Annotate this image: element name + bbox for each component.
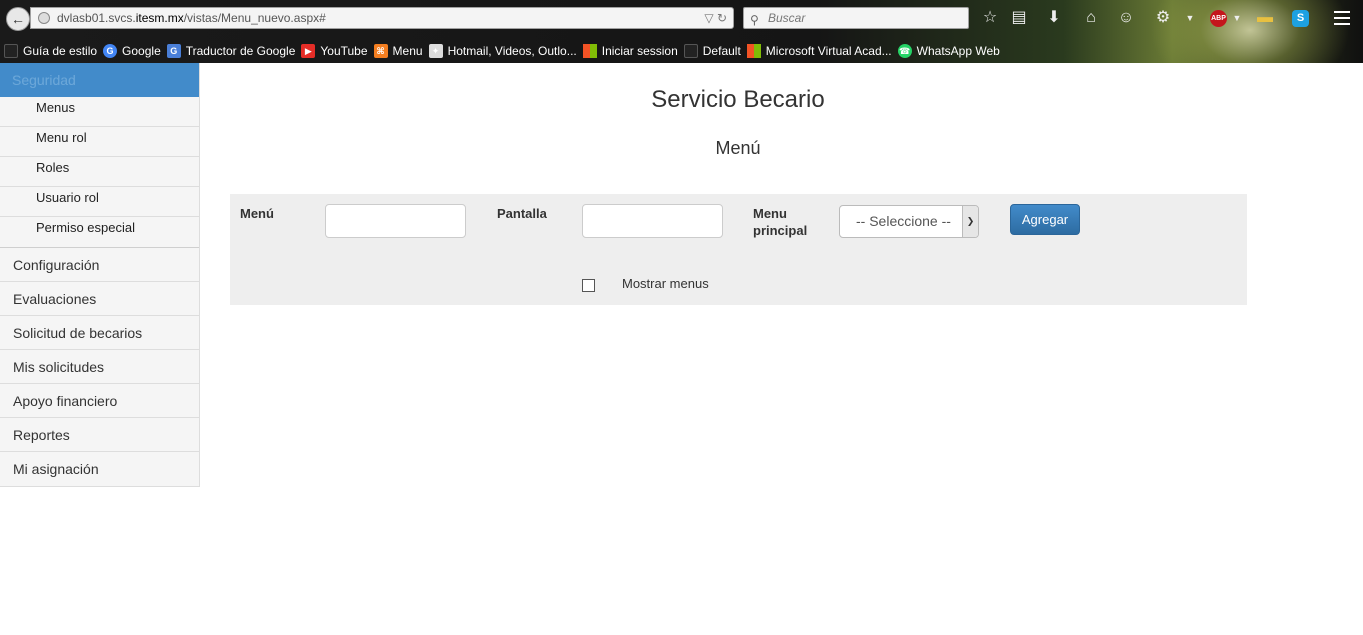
xampp-icon: ⌘ xyxy=(373,44,388,58)
sidebar-item-mis-solicitudes[interactable]: Mis solicitudes xyxy=(0,350,199,384)
bookmark-label: Guía de estilo xyxy=(23,44,98,58)
url-prefix: dvlasb01.svcs. xyxy=(57,11,136,25)
translate-icon: G xyxy=(166,44,181,58)
bookmark-item[interactable]: Microsoft Virtual Acad... xyxy=(746,44,892,58)
bookmark-label: Google xyxy=(122,44,161,58)
menu-label: Menú xyxy=(240,206,274,221)
smiley-icon[interactable]: ☺ xyxy=(1116,8,1136,28)
bookmark-label: Hotmail, Videos, Outlo... xyxy=(447,44,577,58)
back-button[interactable]: ← xyxy=(6,7,30,31)
bookmark-label: Menu xyxy=(392,44,423,58)
menu-principal-select[interactable]: -- Seleccione -- ❯ xyxy=(839,205,979,238)
navigation-toolbar: ← dvlasb01.svcs.itesm.mx/vistas/Menu_nue… xyxy=(0,0,1363,37)
adblock-icon[interactable]: ABP xyxy=(1210,10,1227,27)
mostrar-menus-label: Mostrar menus xyxy=(622,276,709,291)
bookmark-star-icon[interactable]: ☆ xyxy=(980,8,1000,28)
sidebar-submenu: Menus Menu rol Roles Usuario rol Permiso… xyxy=(0,97,199,248)
sidebar-item-seguridad[interactable]: Seguridad xyxy=(0,63,199,97)
home-icon[interactable]: ⌂ xyxy=(1081,8,1101,28)
sidebar-subitem-roles[interactable]: Roles xyxy=(0,157,199,187)
search-input[interactable]: ⚲ Buscar xyxy=(743,7,969,29)
extension-icon[interactable]: ⚙ xyxy=(1153,8,1173,28)
sidebar-item-label: Seguridad xyxy=(12,72,76,88)
addon-icon[interactable]: ▬ xyxy=(1255,8,1275,28)
pantalla-input[interactable] xyxy=(582,204,723,238)
menu-form: Menú Pantalla Menu principal -- Seleccio… xyxy=(230,194,1247,305)
browser-chrome: ← dvlasb01.svcs.itesm.mx/vistas/Menu_nue… xyxy=(0,0,1363,63)
windows-icon xyxy=(746,44,761,58)
bookmark-item[interactable]: ⌘ Menu xyxy=(373,44,423,58)
download-icon[interactable]: ⬇ xyxy=(1044,8,1064,28)
search-icon: ⚲ xyxy=(750,13,759,27)
bookmark-item[interactable]: G Traductor de Google xyxy=(166,44,296,58)
menu-input[interactable] xyxy=(325,204,466,238)
mostrar-menus-checkbox[interactable] xyxy=(582,279,595,292)
bookmark-item[interactable]: Default xyxy=(683,44,741,58)
bookmarks-toolbar: Guía de estilo G Google G Traductor de Googl… xyxy=(0,40,1363,62)
bookmark-label: Traductor de Google xyxy=(185,44,296,58)
bookmark-label: Default xyxy=(702,44,741,58)
bookmark-item[interactable]: ✦ Hotmail, Videos, Outlo... xyxy=(428,44,577,58)
sidebar-item-apoyo-financiero[interactable]: Apoyo financiero xyxy=(0,384,199,418)
address-bar[interactable]: dvlasb01.svcs.itesm.mx/vistas/Menu_nuevo… xyxy=(30,7,734,29)
msn-icon: ✦ xyxy=(428,44,443,58)
dropdown-arrow-icon[interactable]: ▽ xyxy=(704,11,713,25)
globe-icon xyxy=(38,12,50,24)
bookmarks-list-icon[interactable]: ▤ xyxy=(1009,8,1029,28)
url-path: /vistas/Menu_nuevo.aspx# xyxy=(183,11,326,25)
reload-icon[interactable]: ↻ xyxy=(717,11,727,25)
agregar-button[interactable]: Agregar xyxy=(1010,204,1080,235)
bookmark-item[interactable]: Guía de estilo xyxy=(4,44,97,58)
bookmark-label: Iniciar session xyxy=(601,44,678,58)
pantalla-label: Pantalla xyxy=(497,206,547,221)
search-placeholder: Buscar xyxy=(768,11,806,25)
skype-icon[interactable]: S xyxy=(1292,10,1309,27)
arrow-left-icon: ← xyxy=(11,11,25,27)
sidebar-subitem-usuario-rol[interactable]: Usuario rol xyxy=(0,187,199,217)
sidebar-item-mi-asignacion[interactable]: Mi asignación xyxy=(0,452,199,486)
page-title: Servicio Becario xyxy=(651,86,825,113)
whatsapp-icon: ☎ xyxy=(897,44,912,58)
sidebar-item-reportes[interactable]: Reportes xyxy=(0,418,199,452)
menu-icon[interactable] xyxy=(1334,11,1350,25)
bookmark-label: Microsoft Virtual Acad... xyxy=(765,44,892,58)
bookmark-item[interactable]: Iniciar session xyxy=(582,44,678,58)
sidebar: Seguridad Menus Menu rol Roles Usuario r… xyxy=(0,63,200,487)
menu-principal-label: Menu principal xyxy=(753,206,808,238)
bookmark-item[interactable]: ▶ YouTube xyxy=(301,44,368,58)
chevron-down-icon[interactable]: ▼ xyxy=(1180,8,1200,28)
sidebar-subitem-permiso-especial[interactable]: Permiso especial xyxy=(0,217,199,247)
youtube-icon: ▶ xyxy=(301,44,316,58)
sidebar-item-evaluaciones[interactable]: Evaluaciones xyxy=(0,282,199,316)
bookmark-item[interactable]: G Google xyxy=(103,44,161,58)
select-value: -- Seleccione -- xyxy=(856,213,951,229)
sidebar-subitem-menus[interactable]: Menus xyxy=(0,97,199,127)
windows-icon xyxy=(582,44,597,58)
page-icon xyxy=(683,44,698,58)
google-icon: G xyxy=(103,44,118,58)
bookmark-label: YouTube xyxy=(320,44,368,58)
bookmark-label: WhatsApp Web xyxy=(916,44,1000,58)
page-icon xyxy=(4,44,18,58)
page-subtitle: Menú xyxy=(715,138,761,158)
chevron-down-icon[interactable]: ▼ xyxy=(1227,8,1247,28)
bookmark-item[interactable]: ☎ WhatsApp Web xyxy=(897,44,1000,58)
chevron-down-icon: ❯ xyxy=(962,206,978,237)
sidebar-subitem-menu-rol[interactable]: Menu rol xyxy=(0,127,199,157)
sidebar-item-configuracion[interactable]: Configuración xyxy=(0,248,199,282)
sidebar-item-solicitud-becarios[interactable]: Solicitud de becarios xyxy=(0,316,199,350)
url-host: itesm.mx xyxy=(135,11,184,25)
